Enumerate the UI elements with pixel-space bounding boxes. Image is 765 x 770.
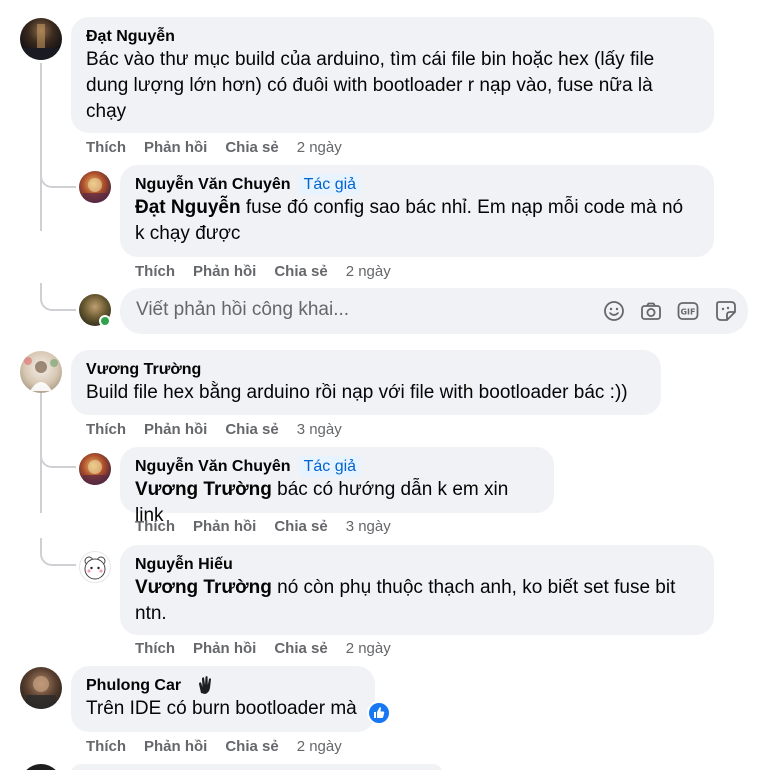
mention-link[interactable]: Đạt Nguyễn — [135, 197, 241, 218]
online-status-dot — [99, 315, 111, 327]
like-button[interactable]: Thích — [135, 518, 175, 535]
gif-icon[interactable]: GIF — [676, 299, 700, 323]
share-button[interactable]: Chia sẻ — [225, 139, 278, 156]
like-button[interactable]: Thích — [86, 738, 126, 755]
thread-line — [40, 63, 42, 231]
reply-bubble: Nguyễn Văn Chuyên Tác giả Đạt Nguyễn fuse… — [120, 165, 714, 257]
reply-time[interactable]: 2 ngày — [346, 640, 391, 657]
comment-text: dung lượng lớn hơn) có đuôi with bootloa… — [86, 75, 653, 96]
like-thumb-icon[interactable] — [367, 701, 391, 725]
thread-connector — [40, 538, 76, 566]
avatar[interactable] — [20, 18, 62, 60]
thread-connector — [40, 160, 76, 188]
reply-actions: Thích Phản hồi Chia sẻ 2 ngày — [135, 263, 409, 280]
avatar[interactable] — [20, 351, 62, 393]
share-button[interactable]: Chia sẻ — [274, 640, 327, 657]
share-button[interactable]: Chia sẻ — [274, 518, 327, 535]
comment-bubble — [71, 764, 443, 770]
dark-night-photo-avatar-icon — [20, 24, 62, 60]
comment-text: Bác vào thư mục build của arduino, tìm c… — [86, 49, 655, 70]
reply-text: Đạt Nguyễn fuse đó config sao bác nhỉ. E… — [135, 195, 700, 221]
reply-button[interactable]: Phản hồi — [144, 139, 207, 156]
comment-time[interactable]: 3 ngày — [297, 421, 342, 438]
reply-text-part: nó còn phụ thuộc thạch anh, ko biết set … — [271, 577, 676, 598]
comment-text: Trên IDE có burn bootloader mà — [86, 698, 357, 719]
reply-time[interactable]: 2 ngày — [346, 263, 391, 280]
thread-connector — [40, 283, 76, 311]
mention-link[interactable]: Vương Trường — [135, 577, 272, 598]
comment-actions: Thích Phản hồi Chia sẻ 3 ngày — [86, 421, 360, 438]
emoji-icon[interactable] — [602, 299, 626, 323]
colorful-photo-avatar-icon — [83, 460, 107, 485]
reply-bubble: Nguyễn Hiếu Vương Trường nó còn phụ thuộ… — [120, 545, 714, 635]
comment-text: chạy — [86, 101, 127, 122]
share-button[interactable]: Chia sẻ — [225, 421, 278, 438]
like-button[interactable]: Thích — [135, 640, 175, 657]
reply-author[interactable]: Nguyễn Hiếu — [135, 554, 700, 575]
avatar[interactable] — [79, 171, 111, 203]
sticker-icon[interactable] — [714, 299, 738, 323]
author-tag: Tác giả — [298, 174, 362, 195]
reply-author[interactable]: Nguyễn Văn Chuyên — [135, 176, 291, 193]
camera-icon[interactable] — [639, 299, 663, 323]
comment-actions: Thích Phản hồi Chia sẻ 2 ngày — [86, 738, 360, 755]
reply-input-box[interactable]: Viết phản hồi công khai... GIF — [120, 288, 748, 334]
reply-time[interactable]: 3 ngày — [346, 518, 391, 535]
reply-button[interactable]: Phản hồi — [144, 421, 207, 438]
colorful-photo-avatar-icon — [83, 178, 107, 203]
reply-text: k chạy được — [135, 223, 241, 244]
comment-author[interactable]: Đạt Nguyễn — [86, 26, 700, 47]
comment-author[interactable]: Phulong Car — [86, 675, 361, 696]
comment-bubble: Vương Trường Build file hex bằng arduino… — [71, 350, 661, 415]
reply-actions: Thích Phản hồi Chia sẻ 2 ngày — [135, 640, 409, 657]
reply-actions: Thích Phản hồi Chia sẻ 3 ngày — [135, 518, 409, 535]
reply-button[interactable]: Phản hồi — [144, 738, 207, 755]
reply-text: ntn. — [135, 603, 167, 624]
like-button[interactable]: Thích — [135, 263, 175, 280]
comment-text: Build file hex bằng arduino rồi nạp với … — [86, 382, 628, 403]
like-button[interactable]: Thích — [86, 139, 126, 156]
avatar[interactable] — [20, 764, 62, 770]
avatar[interactable] — [79, 453, 111, 485]
reply-input-placeholder[interactable]: Viết phản hồi công khai... — [136, 299, 349, 321]
comment-time[interactable]: 2 ngày — [297, 139, 342, 156]
share-button[interactable]: Chia sẻ — [274, 263, 327, 280]
mention-link[interactable]: Vương Trường — [135, 479, 272, 500]
reply-button[interactable]: Phản hồi — [193, 518, 256, 535]
portrait-photo-avatar-icon — [26, 676, 56, 709]
share-button[interactable]: Chia sẻ — [225, 738, 278, 755]
wedding-photo-avatar-icon — [24, 357, 58, 391]
reply-author-line: Nguyễn Văn Chuyên Tác giả — [135, 174, 700, 195]
avatar[interactable] — [79, 551, 111, 583]
reply-button[interactable]: Phản hồi — [193, 263, 256, 280]
reply-text-part: fuse đó config sao bác nhỉ. Em nạp mỗi c… — [240, 197, 684, 218]
comment-bubble: Phulong Car Trên IDE có burn bootloader … — [71, 666, 375, 732]
reply-button[interactable]: Phản hồi — [193, 640, 256, 657]
comment-time[interactable]: 2 ngày — [297, 738, 342, 755]
thread-connector — [40, 440, 76, 468]
cartoon-bear-avatar-icon — [84, 556, 106, 580]
author-tag: Tác giả — [298, 456, 362, 477]
reply-author-line: Nguyễn Văn Chuyên Tác giả — [135, 456, 540, 477]
like-button[interactable]: Thích — [86, 421, 126, 438]
comment-bubble: Đạt Nguyễn Bác vào thư mục build của ard… — [71, 17, 714, 133]
reply-text: Vương Trường nó còn phụ thuộc thạch anh,… — [135, 575, 700, 601]
svg-text:GIF: GIF — [680, 308, 695, 317]
comment-author[interactable]: Vương Trường — [86, 359, 647, 380]
avatar[interactable] — [20, 667, 62, 709]
comment-actions: Thích Phản hồi Chia sẻ 2 ngày — [86, 139, 360, 156]
reply-bubble: Nguyễn Văn Chuyên Tác giả Vương Trường bá… — [120, 447, 554, 526]
waving-hand-icon[interactable] — [191, 673, 219, 697]
reply-author[interactable]: Nguyễn Văn Chuyên — [135, 458, 291, 475]
